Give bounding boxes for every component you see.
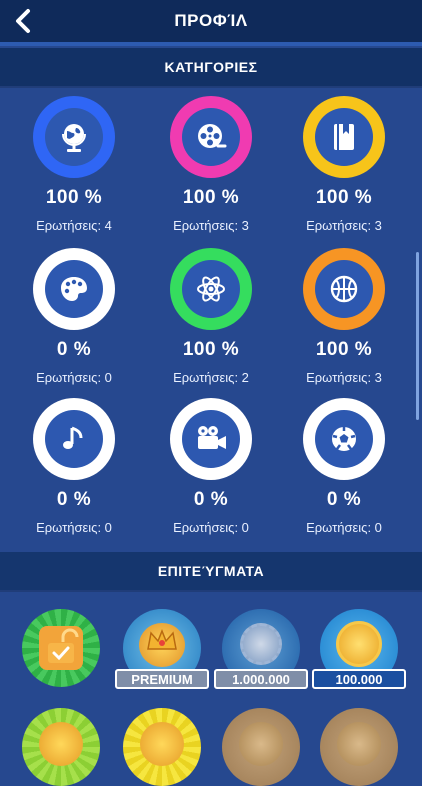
category-questions: Ερωτήσεις: 3 (173, 218, 249, 233)
category-ring (33, 248, 115, 330)
category-football[interactable]: 0 % Ερωτήσεις: 0 (284, 398, 404, 535)
achievement-partial[interactable] (222, 708, 300, 786)
category-ring (170, 398, 252, 480)
section-header-categories: ΚΑΤΗΓΟΡΙΕΣ (0, 48, 422, 86)
category-percent: 0 % (326, 489, 362, 510)
film-reel-icon (182, 108, 240, 166)
palette-icon (45, 260, 103, 318)
category-percent: 0 % (56, 339, 92, 360)
category-ring (170, 248, 252, 330)
achievement-partial[interactable] (22, 708, 100, 786)
book-icon (315, 108, 373, 166)
category-percent: 100 % (315, 339, 373, 360)
category-percent: 0 % (193, 489, 229, 510)
coin-stack-icon (239, 722, 283, 766)
top-bar: ΠΡΟΦΊΛ (0, 0, 422, 42)
achievement-premium[interactable]: PREMIUM (115, 609, 209, 689)
category-ring (33, 398, 115, 480)
category-questions: Ερωτήσεις: 4 (36, 218, 112, 233)
category-questions: Ερωτήσεις: 3 (306, 218, 382, 233)
music-note-icon (45, 410, 103, 468)
coin-stack-icon (337, 722, 381, 766)
category-movies[interactable]: 0 % Ερωτήσεις: 0 (151, 398, 271, 535)
page-title: ΠΡΟΦΊΛ (174, 11, 248, 30)
category-ring (170, 96, 252, 178)
globe-icon (45, 108, 103, 166)
category-percent: 0 % (56, 489, 92, 510)
category-music[interactable]: 0 % Ερωτήσεις: 0 (14, 398, 134, 535)
category-literature[interactable]: 100 % Ερωτήσεις: 3 (284, 96, 404, 233)
category-ring (303, 96, 385, 178)
unlocked-padlock-icon (39, 626, 83, 670)
coin-stack-icon (140, 722, 184, 766)
category-percent: 100 % (182, 187, 240, 208)
category-ring (33, 96, 115, 178)
category-questions: Ερωτήσεις: 0 (36, 370, 112, 385)
scrollbar[interactable] (416, 252, 419, 420)
category-ring (303, 248, 385, 330)
movie-camera-icon (182, 410, 240, 468)
soccer-ball-icon (315, 410, 373, 468)
achievement-hundred-thousand[interactable]: 100.000 (312, 609, 406, 689)
achievement-badge: PREMIUM (115, 669, 209, 689)
category-percent: 100 % (45, 187, 103, 208)
category-cinema[interactable]: 100 % Ερωτήσεις: 3 (151, 96, 271, 233)
category-questions: Ερωτήσεις: 0 (36, 520, 112, 535)
coin-stack-icon (240, 623, 282, 665)
category-percent: 100 % (182, 339, 240, 360)
achievement-badge: 1.000.000 (214, 669, 308, 689)
atom-icon (182, 260, 240, 318)
coin-stack-icon (39, 722, 83, 766)
category-sports[interactable]: 100 % Ερωτήσεις: 3 (284, 248, 404, 385)
category-questions: Ερωτήσεις: 0 (173, 520, 249, 535)
achievement-partial[interactable] (320, 708, 398, 786)
achievement-one-million[interactable]: 1.000.000 (214, 609, 308, 689)
category-geography[interactable]: 100 % Ερωτήσεις: 4 (14, 96, 134, 233)
category-questions: Ερωτήσεις: 2 (173, 370, 249, 385)
achievement-unlocked[interactable] (22, 609, 100, 687)
category-art[interactable]: 0 % Ερωτήσεις: 0 (14, 248, 134, 385)
category-questions: Ερωτήσεις: 3 (306, 370, 382, 385)
divider (0, 42, 422, 46)
category-ring (303, 398, 385, 480)
category-percent: 100 % (315, 187, 373, 208)
back-button[interactable] (8, 6, 38, 36)
chevron-left-icon (16, 9, 30, 33)
section-header-achievements: ΕΠΙΤΕΎΓΜΑΤΑ (0, 552, 422, 590)
coin-stack-icon (336, 621, 382, 667)
category-questions: Ερωτήσεις: 0 (306, 520, 382, 535)
category-science[interactable]: 100 % Ερωτήσεις: 2 (151, 248, 271, 385)
achievement-partial[interactable] (123, 708, 201, 786)
achievement-badge: 100.000 (312, 669, 406, 689)
basketball-icon (315, 260, 373, 318)
crown-coins-icon (139, 623, 185, 667)
